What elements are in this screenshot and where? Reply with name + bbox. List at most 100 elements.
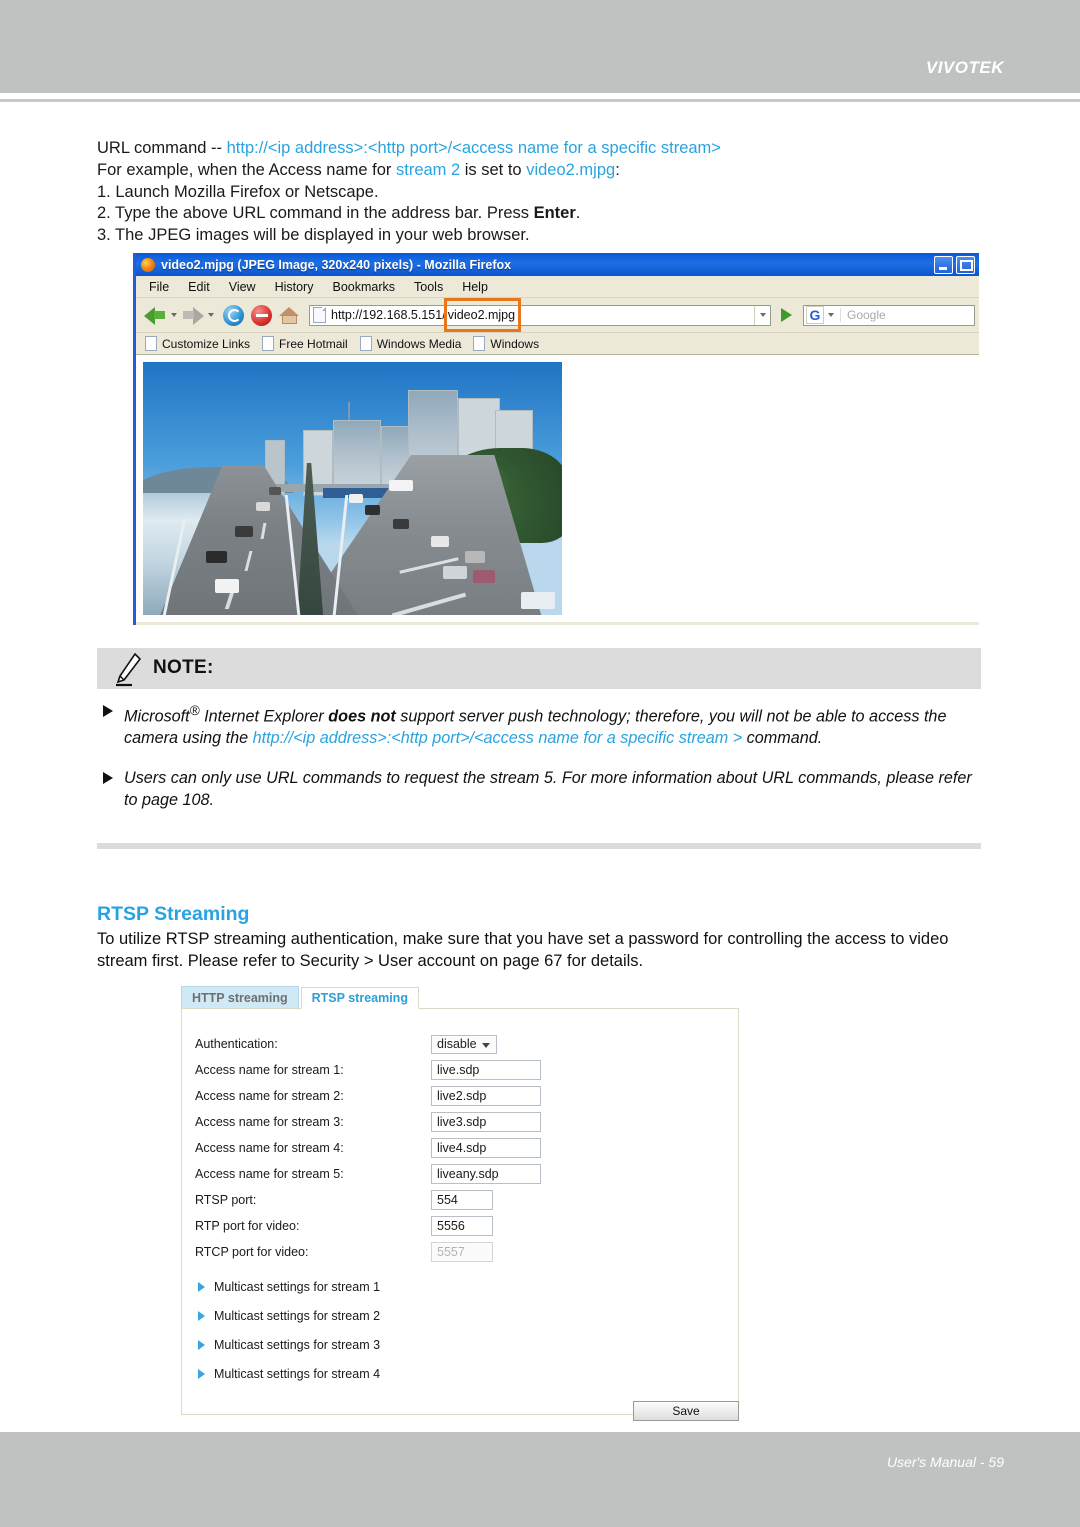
example-mid: is set to — [460, 160, 527, 179]
menu-bookmarks[interactable]: Bookmarks — [332, 280, 395, 294]
bookmark-label: Windows — [490, 336, 540, 351]
link-multicast-stream-3[interactable]: Multicast settings for stream 3 — [182, 1330, 738, 1359]
link-multicast-stream-4[interactable]: Multicast settings for stream 4 — [182, 1359, 738, 1388]
authentication-selected-value: disable — [437, 1037, 477, 1051]
go-arrow-icon[interactable] — [775, 305, 797, 326]
header-rule — [0, 99, 1080, 102]
address-bar-url-access-name: video2.mjpg — [447, 308, 516, 322]
link-multicast-stream-1[interactable]: Multicast settings for stream 1 — [182, 1272, 738, 1301]
note-item-2: Users can only use URL commands to reque… — [97, 767, 987, 811]
enter-key-label: Enter — [533, 204, 576, 223]
minimize-icon[interactable] — [934, 256, 953, 274]
note-item-1: Microsoft® Internet Explorer does not su… — [97, 700, 987, 749]
menu-tools[interactable]: Tools — [414, 280, 443, 294]
row-access-name-stream-4: Access name for stream 4: live4.sdp — [182, 1135, 738, 1161]
search-input-placeholder[interactable]: Google — [840, 308, 886, 322]
input-access-name-stream-1[interactable]: live.sdp — [431, 1060, 541, 1080]
bookmark-page-icon — [262, 336, 275, 351]
expand-chevron-right-icon — [198, 1339, 205, 1350]
link-multicast-stream-2[interactable]: Multicast settings for stream 2 — [182, 1301, 738, 1330]
chevron-down-icon — [482, 1042, 490, 1048]
firefox-icon — [141, 257, 155, 272]
multicast-label: Multicast settings for stream 3 — [214, 1337, 381, 1352]
input-rtsp-port[interactable]: 554 — [431, 1190, 493, 1210]
label-access-name-stream-5: Access name for stream 5: — [195, 1167, 344, 1181]
google-logo-icon[interactable]: G — [806, 306, 824, 324]
window-controls[interactable] — [934, 256, 975, 274]
back-history-chevron-down-icon[interactable] — [171, 313, 177, 317]
expand-chevron-right-icon — [198, 1368, 205, 1379]
camera-snapshot-image — [143, 362, 562, 615]
authentication-select[interactable]: disable — [431, 1034, 497, 1054]
bookmark-page-icon — [359, 336, 372, 351]
label-access-name-stream-3: Access name for stream 3: — [195, 1115, 344, 1129]
expand-chevron-right-icon — [198, 1310, 205, 1321]
row-access-name-stream-5: Access name for stream 5: liveany.sdp — [182, 1161, 738, 1187]
bookmark-windows[interactable]: Windows — [473, 336, 539, 351]
input-access-name-stream-2[interactable]: live2.sdp — [431, 1086, 541, 1106]
intro-line-2: For example, when the Access name for st… — [97, 160, 997, 182]
step2-text-a: 2. Type the above URL command in the add… — [97, 204, 534, 223]
photo-vehicle — [465, 551, 485, 563]
photo-vehicle — [256, 502, 270, 511]
menu-help[interactable]: Help — [462, 280, 488, 294]
firefox-browser-window: video2.mjpg (JPEG Image, 320x240 pixels)… — [133, 253, 979, 625]
label-access-name-stream-1: Access name for stream 1: — [195, 1063, 344, 1077]
browser-title-bar: video2.mjpg (JPEG Image, 320x240 pixels)… — [136, 253, 979, 276]
example-suffix: : — [615, 160, 620, 179]
access-name-value: video2.mjpg — [526, 160, 616, 179]
label-access-name-stream-4: Access name for stream 4: — [195, 1141, 344, 1155]
bookmark-free-hotmail[interactable]: Free Hotmail — [262, 336, 348, 351]
bookmark-customize-links[interactable]: Customize Links — [145, 336, 250, 351]
bookmark-page-icon — [473, 336, 486, 351]
menu-edit[interactable]: Edit — [188, 280, 210, 294]
menu-file[interactable]: File — [149, 280, 169, 294]
reload-icon[interactable] — [223, 304, 244, 326]
note-divider — [97, 843, 981, 849]
bookmark-label: Customize Links — [162, 336, 251, 351]
label-rtcp-port-video: RTCP port for video: — [195, 1245, 309, 1259]
rtsp-settings-panel-wrapper: HTTP streaming RTSP streaming Authentica… — [181, 986, 739, 1415]
tab-http-streaming[interactable]: HTTP streaming — [181, 986, 299, 1008]
page-header-band: VIVOTEK — [0, 0, 1080, 93]
address-dropdown-caret-icon — [759, 313, 766, 317]
input-access-name-stream-4[interactable]: live4.sdp — [431, 1138, 541, 1158]
row-rtp-port-video: RTP port for video: 5556 — [182, 1213, 738, 1239]
menu-view[interactable]: View — [229, 280, 256, 294]
step2-text-b: . — [575, 204, 581, 223]
input-rtp-port-video[interactable]: 5556 — [431, 1216, 493, 1236]
label-access-name-stream-2: Access name for stream 2: — [195, 1089, 344, 1103]
label-authentication: Authentication: — [195, 1037, 278, 1051]
tab-rtsp-streaming[interactable]: RTSP streaming — [300, 987, 419, 1009]
maximize-icon[interactable] — [956, 256, 975, 274]
browser-menu-bar[interactable]: File Edit View History Bookmarks Tools H… — [136, 276, 979, 298]
brand-logo: VIVOTEK — [925, 58, 1004, 77]
home-icon[interactable] — [279, 305, 300, 325]
forward-arrow-icon[interactable] — [181, 305, 204, 326]
section-body-rtsp-streaming: To utilize RTSP streaming authentication… — [97, 930, 949, 970]
intro-line-1: URL command -- http://<ip address>:<http… — [97, 138, 997, 160]
back-arrow-icon[interactable] — [144, 305, 167, 326]
input-access-name-stream-3[interactable]: live3.sdp — [431, 1112, 541, 1132]
photo-vehicle — [473, 570, 495, 583]
search-engine-chevron-down-icon[interactable] — [828, 313, 834, 317]
forward-history-chevron-down-icon[interactable] — [208, 313, 214, 317]
address-bar[interactable]: http://192.168.5.151/video2.mjpg — [309, 297, 771, 332]
photo-vehicle — [215, 579, 239, 593]
photo-vehicle — [349, 494, 363, 503]
stop-icon[interactable] — [251, 304, 272, 326]
row-rtsp-port: RTSP port: 554 — [182, 1187, 738, 1213]
row-access-name-stream-2: Access name for stream 2: live2.sdp — [182, 1083, 738, 1109]
search-box[interactable]: G Google — [803, 304, 975, 326]
bookmark-windows-media[interactable]: Windows Media — [359, 336, 461, 351]
address-bar-chevron-down-icon[interactable] — [754, 305, 770, 325]
menu-history[interactable]: History — [275, 280, 314, 294]
registered-mark: ® — [189, 703, 200, 718]
save-button[interactable]: Save — [633, 1401, 739, 1421]
panel-tabs: HTTP streaming RTSP streaming — [181, 986, 739, 1009]
photo-vehicle — [389, 480, 413, 491]
photo-vehicle — [235, 526, 253, 537]
input-access-name-stream-5[interactable]: liveany.sdp — [431, 1164, 541, 1184]
pencil-icon — [116, 653, 141, 687]
row-access-name-stream-1: Access name for stream 1: live.sdp — [182, 1057, 738, 1083]
